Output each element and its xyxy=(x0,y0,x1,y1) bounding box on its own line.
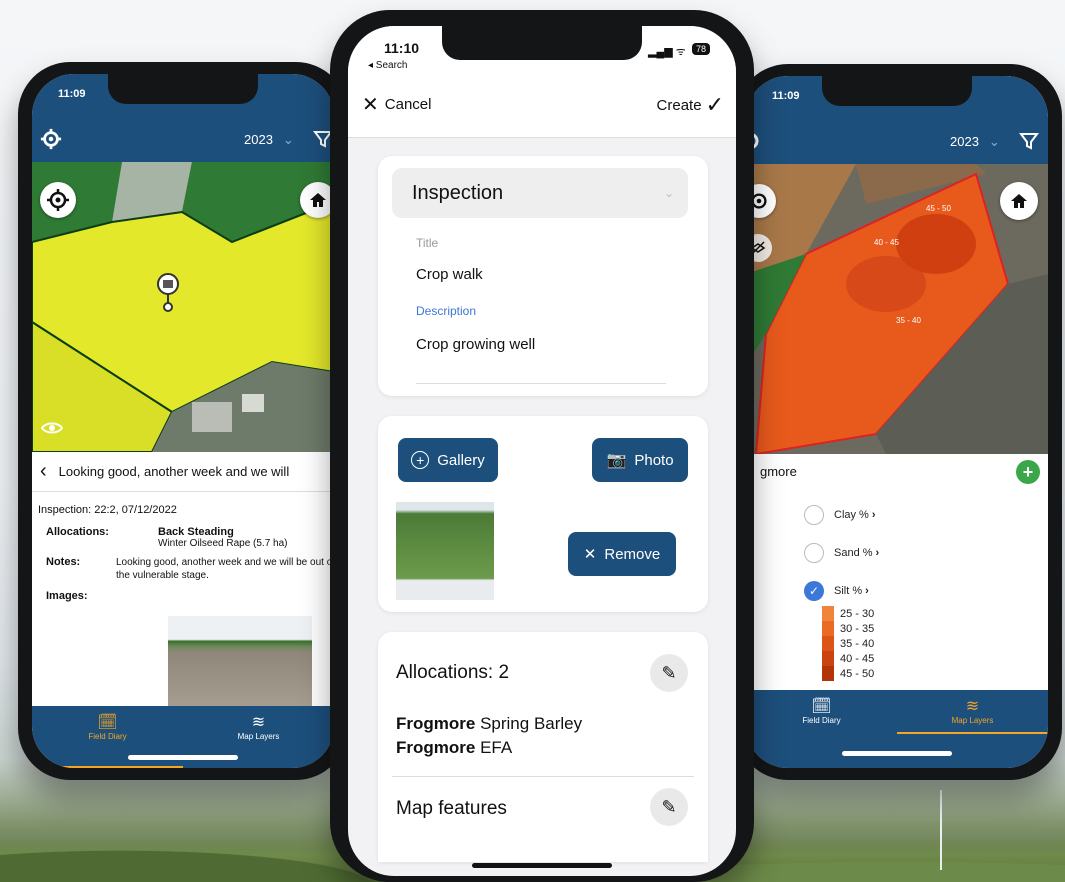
field-map[interactable] xyxy=(32,162,334,452)
home-icon[interactable] xyxy=(1000,182,1038,220)
year-selector[interactable]: 2023 ⌄ xyxy=(244,132,294,148)
pencil-icon: ✎ xyxy=(661,662,677,683)
entry-type-select[interactable]: Inspection ⌄ xyxy=(392,168,688,218)
eye-icon[interactable] xyxy=(40,418,64,438)
entry-image-thumbnail[interactable] xyxy=(168,616,312,706)
map-label-45-50: 45 - 50 xyxy=(926,204,951,213)
remove-photo-button[interactable]: ✕ Remove xyxy=(568,532,676,576)
edit-map-features-button[interactable]: ✎ xyxy=(650,788,688,826)
checkbox-clay[interactable] xyxy=(804,505,824,525)
status-time: 11:09 xyxy=(772,90,800,102)
left-phone: 11:09 2023 ⌄ ‹ Looking good, another wee… xyxy=(18,62,348,780)
edit-allocations-button[interactable]: ✎ xyxy=(650,654,688,692)
right-tab-bar: 🗓 Field Diary ≋ Map Layers xyxy=(746,690,1048,768)
chevron-right-icon: › xyxy=(871,509,876,521)
map-label-35-40: 35 - 40 xyxy=(896,316,921,325)
right-phone: 11:09 2023 ⌄ 45 - 50 40 - 45 35 - 40 gmo… xyxy=(736,64,1062,780)
signal-wifi-icon: ▂▄▆ ᯤ xyxy=(648,46,686,58)
allocations-card: Allocations: 2 ✎ Frogmore Spring Barley … xyxy=(378,632,708,862)
gallery-button[interactable]: + Gallery xyxy=(398,438,498,482)
allocation-name: Back Steading xyxy=(158,526,234,538)
calendar-icon: 🗓 xyxy=(811,698,832,715)
title-input[interactable]: Crop walk xyxy=(416,266,483,283)
home-indicator xyxy=(472,863,612,868)
map-pin-icon[interactable] xyxy=(154,270,182,314)
chevron-down-icon: ⌄ xyxy=(663,186,674,200)
pencil-icon: ✎ xyxy=(661,796,677,817)
close-icon: ✕ xyxy=(362,94,379,116)
close-icon: ✕ xyxy=(583,546,597,563)
center-phone: 11:10 ◂ Search ▂▄▆ ᯤ 78 ✕ Cancel Create ✓ … xyxy=(330,10,754,882)
layer-list: Clay % › Sand % › ✓ Silt % › xyxy=(804,496,879,610)
allocation-item: Frogmore Spring Barley xyxy=(396,714,583,733)
images-card: + Gallery 📷 Photo ✕ Remove xyxy=(378,416,708,612)
back-chevron-icon[interactable]: ‹ xyxy=(40,460,47,483)
inspection-line: Inspection: 22:2, 07/12/2022 xyxy=(38,504,177,516)
details-card: Inspection ⌄ Title Crop walk Description… xyxy=(378,156,708,396)
wind-turbine xyxy=(940,790,942,870)
soil-map[interactable]: 45 - 50 40 - 45 35 - 40 xyxy=(746,164,1048,454)
layers-icon: ≋ xyxy=(965,698,980,715)
chevron-down-icon: ⌄ xyxy=(282,132,294,147)
selected-photo-thumbnail[interactable] xyxy=(396,502,494,600)
images-label: Images: xyxy=(46,590,88,602)
allocation-crop: Winter Oilseed Rape (5.7 ha) xyxy=(158,538,288,549)
entry-header[interactable]: ‹ Looking good, another week and we will xyxy=(32,452,334,492)
year-selector[interactable]: 2023 ⌄ xyxy=(950,134,1000,150)
checkmark-icon: ✓ xyxy=(705,92,724,117)
layer-sand[interactable]: Sand % › xyxy=(804,534,879,572)
add-layer-icon[interactable]: + xyxy=(1016,460,1040,484)
chevron-right-icon: › xyxy=(875,547,880,559)
title-label: Title xyxy=(416,236,439,250)
camera-icon: 📷 xyxy=(606,452,627,469)
map-features-heading: Map features xyxy=(396,798,507,819)
allocation-item: Frogmore EFA xyxy=(396,738,513,757)
silt-legend: 25 - 30 30 - 35 35 - 40 40 - 45 45 - 50 xyxy=(822,606,874,681)
back-to-search[interactable]: ◂ Search xyxy=(368,60,407,71)
field-name: gmore xyxy=(760,464,797,479)
create-button[interactable]: Create ✓ xyxy=(657,92,724,118)
battery-icon: 78 xyxy=(692,43,711,55)
map-label-40-45: 40 - 45 xyxy=(874,238,899,247)
notes-label: Notes: xyxy=(46,556,81,568)
chevron-down-icon: ⌄ xyxy=(988,134,1000,149)
checkbox-silt-checked[interactable]: ✓ xyxy=(804,581,824,601)
description-label: Description xyxy=(416,304,477,318)
cancel-button[interactable]: ✕ Cancel xyxy=(362,92,431,117)
notes-text: Looking good, another week and we will b… xyxy=(116,557,334,581)
settings-gear-icon[interactable] xyxy=(38,126,64,152)
filter-icon[interactable] xyxy=(1018,130,1040,152)
tab-map-layers[interactable]: ≋ Map Layers xyxy=(897,690,1048,734)
nav-bar: ✕ Cancel Create ✓ xyxy=(348,76,736,138)
layer-clay[interactable]: Clay % › xyxy=(804,496,879,534)
status-time: 11:09 xyxy=(58,88,86,100)
tab-field-diary[interactable]: 🗓 Field Diary xyxy=(746,690,897,768)
allocations-label: Allocations: xyxy=(46,526,109,538)
description-input[interactable]: Crop growing well xyxy=(416,336,666,384)
chevron-right-icon: › xyxy=(865,585,869,597)
calendar-icon: 🗓 xyxy=(97,714,118,731)
locate-target-icon[interactable] xyxy=(40,182,76,218)
add-circle-icon: + xyxy=(411,451,430,469)
layer-silt[interactable]: ✓ Silt % › xyxy=(804,572,879,610)
home-icon[interactable] xyxy=(300,182,334,218)
layers-icon: ≋ xyxy=(251,714,266,731)
left-tab-bar: 🗓 Field Diary ≋ Map Layers xyxy=(32,706,334,768)
photo-button[interactable]: 📷 Photo xyxy=(592,438,688,482)
allocations-heading: Allocations: 2 xyxy=(396,662,510,683)
status-time: 11:10 xyxy=(384,40,420,56)
checkbox-sand[interactable] xyxy=(804,543,824,563)
